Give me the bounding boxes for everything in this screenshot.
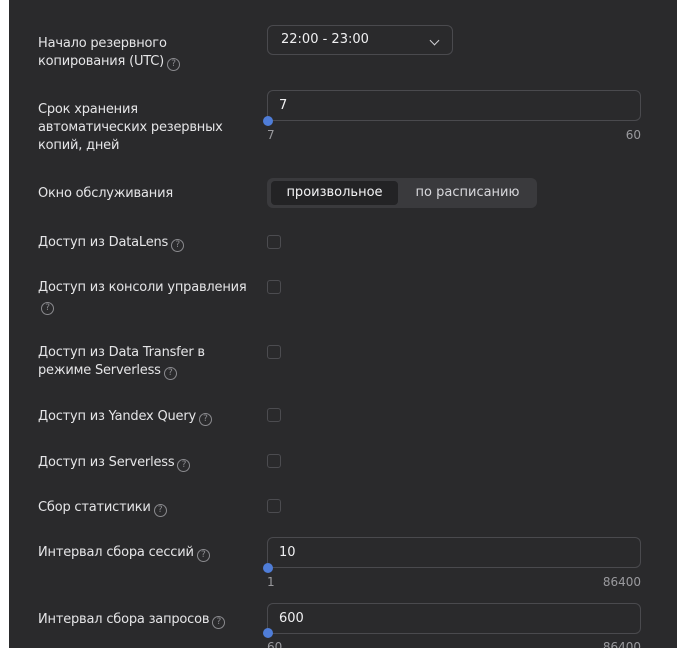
access-console-checkbox[interactable]: [267, 280, 281, 294]
sessions-interval-label: Интервал сбора сессий?: [38, 544, 248, 562]
help-icon[interactable]: ?: [198, 413, 212, 426]
sessions-interval-value: 10: [279, 545, 296, 560]
maintenance-window-segmented: произвольное по расписанию: [267, 178, 537, 208]
maintenance-option-scheduled[interactable]: по расписанию: [402, 181, 533, 205]
chevron-down-icon: [429, 35, 440, 46]
queries-interval-max: 86400: [602, 640, 641, 648]
retention-label: Срок хранения автоматических резервных к…: [38, 102, 223, 153]
help-icon[interactable]: ?: [167, 58, 181, 71]
queries-interval-slider-thumb[interactable]: [263, 628, 273, 638]
access-data-transfer-label: Доступ из Data Transfer в режиме Serverl…: [38, 345, 205, 380]
queries-interval-value: 600: [279, 611, 304, 626]
retention-value: 7: [279, 98, 288, 113]
access-console-label: Доступ из консоли управления?: [38, 280, 247, 315]
queries-interval-label: Интервал сбора запросов?: [38, 611, 248, 629]
maintenance-option-arbitrary[interactable]: произвольное: [271, 181, 398, 205]
help-icon[interactable]: ?: [171, 239, 185, 252]
sessions-interval-slider-thumb[interactable]: [263, 563, 273, 573]
help-icon[interactable]: ?: [41, 302, 54, 315]
access-datalens-checkbox[interactable]: [267, 235, 281, 249]
help-icon[interactable]: ?: [177, 459, 191, 472]
retention-input[interactable]: 7: [267, 90, 641, 121]
retention-min: 7: [267, 128, 275, 142]
help-icon[interactable]: ?: [196, 549, 210, 562]
backup-start-value: 22:00 - 23:00: [281, 32, 369, 47]
access-serverless-label: Доступ из Serverless?: [38, 454, 248, 472]
retention-max: 60: [625, 128, 641, 142]
queries-interval-min: 60: [267, 640, 283, 648]
settings-panel: Начало резервного копирования (UTC)? 22:…: [9, 0, 677, 648]
help-icon[interactable]: ?: [163, 367, 177, 380]
access-serverless-checkbox[interactable]: [267, 454, 281, 468]
access-data-transfer-checkbox[interactable]: [267, 345, 281, 359]
statistics-checkbox[interactable]: [267, 499, 281, 513]
access-yandex-query-checkbox[interactable]: [267, 408, 281, 422]
help-icon[interactable]: ?: [153, 504, 167, 517]
access-datalens-label: Доступ из DataLens?: [38, 234, 248, 252]
queries-interval-input[interactable]: 600: [267, 603, 641, 634]
sessions-interval-max: 86400: [602, 575, 641, 589]
backup-start-label: Начало резервного копирования (UTC)?: [38, 35, 248, 71]
statistics-label: Сбор статистики?: [38, 499, 248, 517]
maintenance-window-label: Окно обслуживания: [38, 186, 173, 201]
access-yandex-query-label: Доступ из Yandex Query?: [38, 408, 248, 426]
sessions-interval-min: 1: [267, 575, 275, 589]
retention-slider-thumb[interactable]: [263, 116, 273, 126]
help-icon[interactable]: ?: [212, 616, 226, 629]
backup-start-select[interactable]: 22:00 - 23:00: [267, 25, 453, 55]
sessions-interval-input[interactable]: 10: [267, 537, 641, 568]
